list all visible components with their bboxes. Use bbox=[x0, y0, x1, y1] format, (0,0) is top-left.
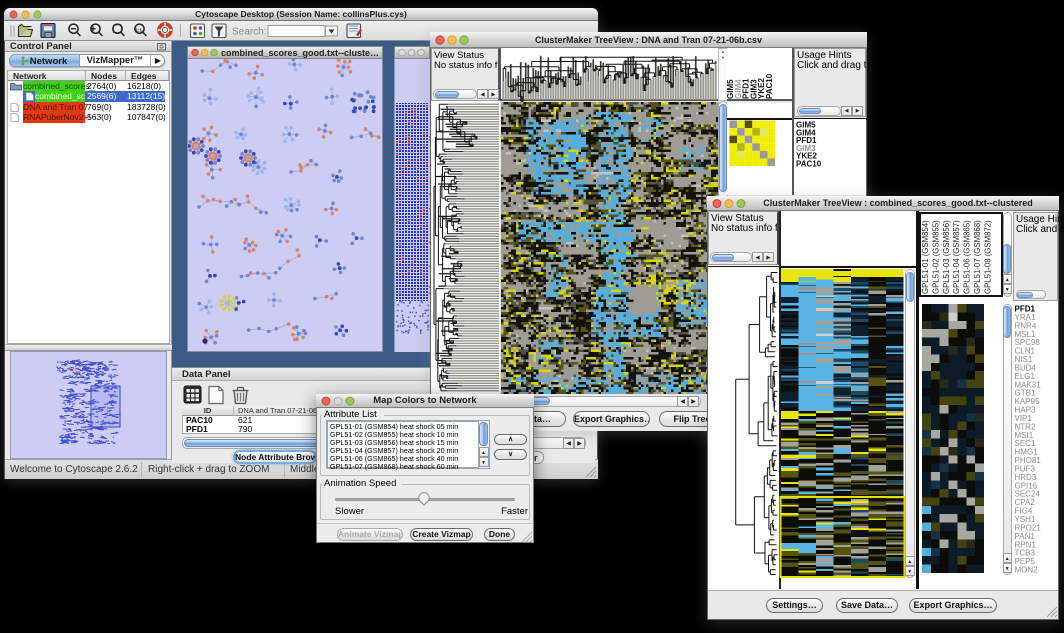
svg-text:MON2: MON2 bbox=[1015, 566, 1039, 575]
